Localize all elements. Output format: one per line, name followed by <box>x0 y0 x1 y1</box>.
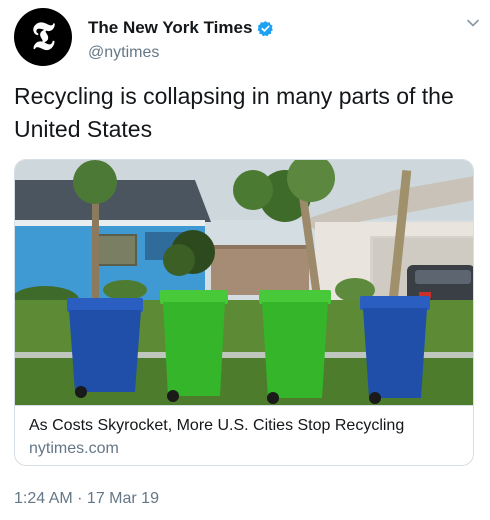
card-title[interactable]: As Costs Skyrocket, More U.S. Cities Sto… <box>29 417 404 435</box>
card-image <box>15 160 473 405</box>
link-card[interactable]: As Costs Skyrocket, More U.S. Cities Sto… <box>14 159 474 466</box>
blue-bin-left <box>67 298 143 398</box>
blue-bin-right <box>360 296 430 404</box>
avatar[interactable]: 𝕿 <box>14 8 72 66</box>
display-name[interactable]: The New York Times <box>88 18 252 38</box>
avatar-logo: 𝕿 <box>31 13 55 58</box>
verified-badge-icon <box>257 20 274 36</box>
name-row: The New York Times <box>88 18 274 38</box>
tweet-timestamp[interactable]: 1:24 AM · 17 Mar 19 <box>14 490 159 508</box>
chevron-down-icon[interactable] <box>466 16 480 30</box>
tweet-header: 𝕿 The New York Times @nytimes <box>14 8 480 68</box>
tweet-text: Recycling is collapsing in many parts of… <box>14 83 454 142</box>
green-bin-1 <box>160 290 228 402</box>
card-domain: nytimes.com <box>29 440 119 457</box>
card-body: As Costs Skyrocket, More U.S. Cities Sto… <box>15 405 473 465</box>
handle[interactable]: @nytimes <box>88 44 159 62</box>
green-bin-2 <box>259 290 331 404</box>
